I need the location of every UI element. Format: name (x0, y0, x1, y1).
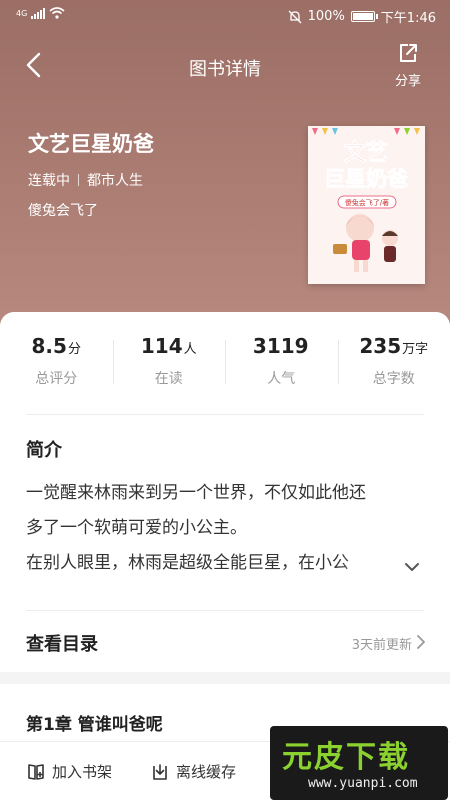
chapter-title[interactable]: 第1章 管谁叫爸呢 (26, 710, 163, 735)
clock: 下午1:46 (380, 11, 436, 26)
stat-popularity: 3119 人气 (225, 334, 338, 404)
stat-rating: 8.5分 总评分 (0, 334, 113, 404)
battery-percent: 100% (307, 9, 345, 24)
intro-line: 一觉醒来林雨来到另一个世界，不仅如此他还 (26, 483, 366, 503)
offline-cache-button[interactable]: 离线缓存 (150, 761, 236, 782)
network-label: 4G (16, 8, 28, 18)
intro-line: 多了一个软萌可爱的小公主。 (26, 518, 247, 538)
svg-text:文艺: 文艺 (344, 140, 388, 166)
cover-illustration: 文艺 巨星奶爸 傻兔会飞了/著 (308, 126, 425, 284)
chevron-right-icon (417, 635, 425, 649)
watermark-url: www.yuanpi.com (308, 776, 418, 791)
intro-text: 一觉醒来林雨来到另一个世界，不仅如此他还 多了一个软萌可爱的小公主。 在别人眼里… (26, 476, 426, 581)
stat-value: 8.5 (31, 334, 67, 358)
stat-label: 总评分 (35, 371, 78, 387)
share-icon (400, 44, 417, 62)
stats-row: 8.5分 总评分 114人 在读 3119 人气 235万字 总字数 (0, 334, 450, 404)
nav-bar: 图书详情 分享 (0, 40, 450, 90)
book-cover[interactable]: 文艺 巨星奶爸 傻兔会飞了/著 (308, 126, 425, 284)
offline-cache-label: 离线缓存 (176, 763, 237, 781)
stat-value: 114 (140, 334, 183, 358)
book-hero-header: 4G 100% 下午1:46 图书详情 分享 文艺巨星奶爸 连载中 都市人生 傻… (0, 0, 450, 340)
mute-bell-icon (288, 10, 302, 23)
svg-text:巨星奶爸: 巨星奶爸 (324, 167, 408, 191)
book-author: 傻兔会飞了 (28, 203, 98, 219)
divider (26, 610, 424, 611)
stat-unit: 万字 (402, 342, 429, 357)
stat-unit: 人 (183, 342, 197, 357)
stat-label: 在读 (154, 371, 183, 387)
catalog-label: 查看目录 (26, 634, 98, 655)
intro-heading: 简介 (26, 440, 62, 461)
stat-unit: 分 (67, 342, 81, 357)
add-to-shelf-label: 加入书架 (52, 763, 113, 781)
divider (26, 414, 424, 415)
signal-icon (31, 7, 46, 19)
add-to-shelf-button[interactable]: 加入书架 (26, 761, 112, 782)
book-info-card: 8.5分 总评分 114人 在读 3119 人气 235万字 总字数 简介 一觉… (0, 312, 450, 672)
book-meta: 连载中 都市人生 (28, 170, 143, 190)
stat-word-count: 235万字 总字数 (337, 334, 450, 404)
stat-value: 3119 (252, 334, 309, 358)
meta-separator (78, 174, 79, 186)
status-bar: 4G 100% 下午1:46 (0, 0, 450, 30)
book-title: 文艺巨星奶爸 (28, 132, 154, 156)
page-title: 图书详情 (189, 59, 261, 80)
site-watermark: 元皮下载 www.yuanpi.com (270, 726, 448, 800)
watermark-brand: 元皮下载 (282, 740, 410, 775)
wifi-icon (49, 7, 65, 19)
view-catalog-row[interactable]: 查看目录 3天前更新 (0, 612, 450, 672)
chevron-down-icon (405, 563, 419, 571)
share-button[interactable]: 分享 (390, 42, 426, 89)
book-shelf-icon (28, 763, 44, 780)
expand-intro-button[interactable] (402, 557, 422, 577)
svg-text:傻兔会飞了/著: 傻兔会飞了/著 (345, 198, 389, 207)
intro-line: 在别人眼里，林雨是超级全能巨星，在小公 (26, 546, 398, 581)
stat-value: 235 (359, 334, 402, 358)
stat-readers: 114人 在读 (112, 334, 226, 404)
battery-icon (350, 11, 378, 22)
book-category: 都市人生 (87, 173, 143, 189)
catalog-update-time: 3天前更新 (351, 638, 412, 653)
book-status: 连载中 (28, 173, 70, 189)
stat-label: 人气 (267, 371, 296, 387)
download-icon (153, 763, 167, 780)
stat-label: 总字数 (372, 371, 415, 387)
share-label: 分享 (394, 74, 421, 89)
